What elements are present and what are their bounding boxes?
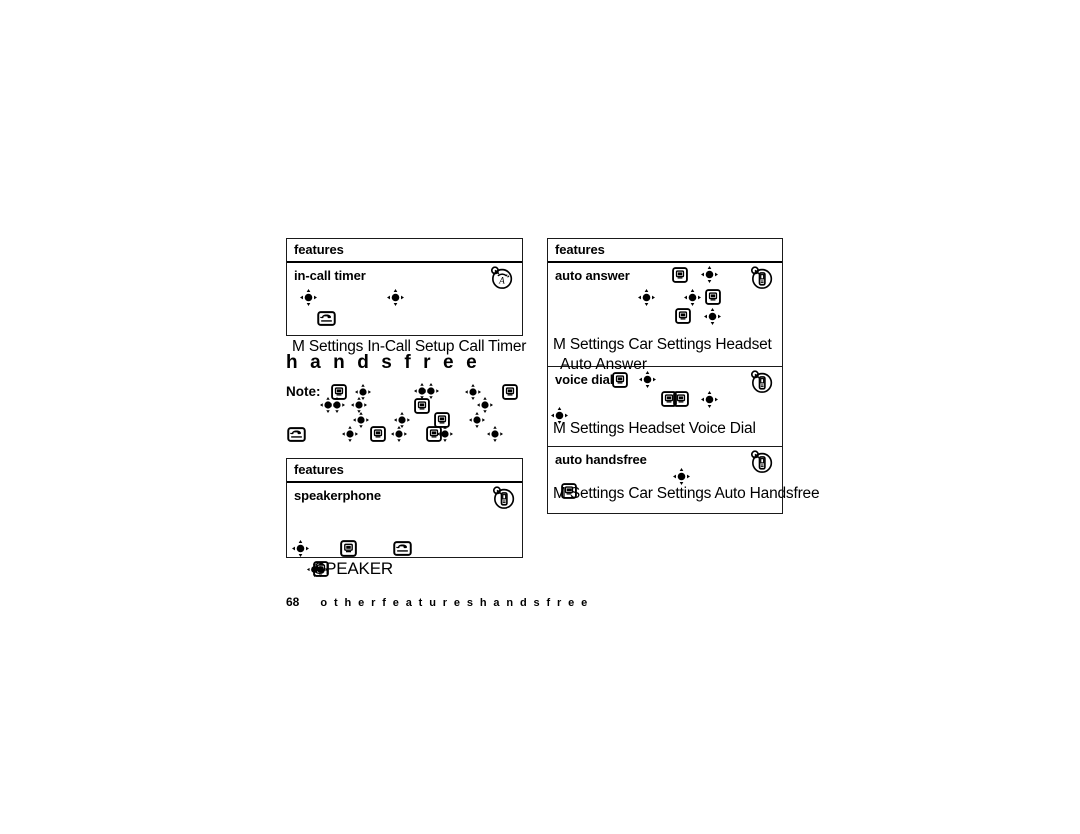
four-way-navigation-key-icon: [683, 288, 702, 307]
menu-key-icon: [502, 384, 518, 400]
speaker-path-row: SPEAKER: [306, 559, 393, 579]
send-key-icon: [393, 541, 412, 556]
table-header-features: features: [287, 459, 522, 483]
features-table-right: features auto answer M Settings Car Sett…: [547, 238, 820, 514]
four-way-navigation-key-icon: [700, 390, 719, 409]
feature-title: auto handsfree: [555, 452, 647, 467]
menu-key-icon: [675, 308, 691, 324]
footer-trail: o t h e r f e a t u r e s h a n d s f r …: [320, 597, 590, 609]
four-way-navigation-key-icon: [291, 539, 310, 558]
four-way-navigation-key-icon: [468, 411, 486, 429]
feature-title: in-call timer: [294, 268, 366, 283]
table-row: in-call timer M Settings In-Call Setup C…: [287, 263, 526, 355]
four-way-navigation-key-icon: [638, 370, 657, 389]
page-number: 68: [286, 595, 300, 609]
four-way-navigation-key-icon: [672, 467, 691, 486]
feature-title: auto answer: [555, 268, 630, 283]
four-way-navigation-key-icon: [700, 265, 719, 284]
menu-key-icon: [672, 267, 688, 283]
phone-badge-icon: [749, 265, 775, 291]
table-header-features: features: [287, 239, 522, 263]
four-way-navigation-key-icon: [637, 288, 656, 307]
phone-badge-icon: [749, 449, 775, 475]
menu-key-icon: [673, 391, 689, 407]
phone-badge-icon: [749, 369, 775, 395]
menu-key-icon: [370, 426, 386, 442]
feature-title: voice dial: [555, 372, 614, 387]
features-table-in-call-timer: features in-call timer M Settings In-Cal…: [286, 238, 526, 355]
send-key-icon: [287, 427, 306, 442]
four-way-navigation-key-icon: [703, 307, 722, 326]
four-way-navigation-key-icon: [328, 396, 346, 414]
menu-path: M Settings Headset Voice Dial: [553, 420, 756, 437]
menu-key-icon: [414, 398, 430, 414]
menu-key-icon: [612, 372, 628, 388]
table-row: speakerphone SPEAKER: [287, 483, 522, 578]
manual-page: features in-call timer M Settings In-Cal…: [0, 0, 1080, 834]
table-row: voice dial M Settings Headset Voice Dial: [548, 367, 782, 447]
table-row: auto handsfree M Settings Car Settings A…: [548, 447, 820, 511]
send-key-icon: [317, 311, 336, 326]
menu-key-icon: [313, 561, 329, 577]
note-block: Note:: [286, 382, 526, 450]
four-way-navigation-key-icon: [486, 425, 504, 443]
four-way-navigation-key-icon: [390, 425, 408, 443]
feature-title: speakerphone: [294, 488, 381, 503]
menu-path: M Settings Car Settings Auto Handsfree: [553, 485, 820, 502]
table-header-features: features: [548, 239, 782, 263]
page-title: h a n d s f r e e: [286, 352, 481, 373]
four-way-navigation-key-icon: [299, 288, 318, 307]
table-row: auto answer M Settings Car Settings Head…: [548, 263, 782, 373]
note-label: Note:: [286, 384, 321, 399]
page-footer: 68 o t h e r f e a t u r e s h a n d s f…: [286, 595, 589, 609]
menu-path: M Settings Car Settings Headset: [553, 336, 772, 353]
four-way-navigation-key-icon: [341, 425, 359, 443]
headset-alpha-badge-icon: [489, 265, 515, 291]
phone-badge-icon: [491, 485, 517, 511]
features-table-speakerphone: features speakerphone SPEAKER: [286, 458, 523, 578]
menu-key-icon: [705, 289, 721, 305]
four-way-navigation-key-icon: [386, 288, 405, 307]
four-way-navigation-key-icon: [436, 425, 454, 443]
menu-key-icon: [340, 540, 357, 557]
